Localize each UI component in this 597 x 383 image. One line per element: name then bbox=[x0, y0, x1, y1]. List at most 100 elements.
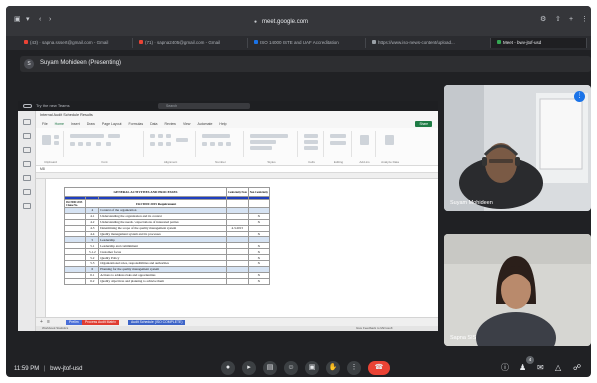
forward-icon[interactable]: › bbox=[49, 16, 51, 24]
address-bar[interactable]: meet.google.com bbox=[262, 19, 308, 25]
files-icon[interactable] bbox=[23, 189, 31, 195]
back-icon[interactable]: ‹ bbox=[39, 16, 41, 24]
participant-video-2 bbox=[444, 234, 591, 346]
audit-table: GENERAL ACTIVITIES AND PROCESSES Conform… bbox=[63, 187, 271, 285]
shared-screen[interactable]: Try the new Teams Search Internal Audit … bbox=[18, 101, 438, 331]
excel-search-input[interactable]: Search bbox=[158, 103, 250, 109]
presenting-banner: S Suyam Mohideen (Presenting) bbox=[20, 56, 591, 72]
menu-automate[interactable]: Automate bbox=[197, 120, 212, 128]
window-menu-icon[interactable]: ▣ bbox=[14, 16, 21, 24]
nonconformity-cell[interactable]: X bbox=[247, 277, 271, 285]
row-headers bbox=[36, 179, 46, 317]
tab-gmail-2[interactable]: (71) · sapna2405@gmail.com - Gmail bbox=[133, 38, 248, 48]
sheet-tab-audit-schedule[interactable]: Audit Schedule (ISO COMPLETE) bbox=[128, 320, 186, 325]
page-icon bbox=[254, 40, 258, 44]
ribbon-group-clipboard[interactable]: Clipboard bbox=[38, 131, 64, 164]
mic-icon: ● bbox=[225, 364, 231, 371]
apps-icon[interactable] bbox=[23, 203, 31, 209]
row-spacer-cell[interactable] bbox=[63, 277, 87, 285]
activities-icon[interactable]: △ bbox=[555, 364, 561, 372]
activity-icon[interactable] bbox=[23, 119, 31, 125]
ribbon-group-analyze[interactable]: Analyze Data bbox=[378, 131, 402, 164]
captions-icon: ▤ bbox=[266, 364, 274, 371]
more-options-button[interactable]: ⋮ bbox=[347, 361, 361, 375]
menu-review[interactable]: Review bbox=[164, 120, 175, 128]
calls-icon[interactable] bbox=[23, 175, 31, 181]
meeting-code: bwv-jtof-usd bbox=[50, 366, 83, 372]
status-bar: Workbook Statistics Give Feedback to Mic… bbox=[36, 326, 438, 331]
participant-tile[interactable]: Sapna SIS bbox=[444, 234, 591, 346]
reactions-button[interactable]: ☺ bbox=[284, 361, 298, 375]
host-controls-icon[interactable]: ☍ bbox=[573, 364, 581, 372]
menu-insert[interactable]: Insert bbox=[71, 120, 80, 128]
sheet-list-icon[interactable]: ≡ bbox=[47, 319, 50, 325]
spreadsheet-grid[interactable]: GENERAL ACTIVITIES AND PROCESSES Conform… bbox=[36, 173, 438, 317]
ribbon-group-number[interactable]: Number bbox=[198, 131, 244, 164]
teams-left-rail bbox=[18, 111, 36, 331]
avatar: S bbox=[24, 59, 34, 69]
teams-icon[interactable] bbox=[23, 147, 31, 153]
requirement-cell[interactable]: Quality objectives and planning to achie… bbox=[98, 277, 227, 285]
menu-view[interactable]: View bbox=[183, 120, 191, 128]
ribbon-group-cells[interactable]: Cells bbox=[300, 131, 324, 164]
menu-draw[interactable]: Draw bbox=[87, 120, 95, 128]
speaking-icon: ⋮ bbox=[574, 91, 585, 102]
end-call-icon: ☎ bbox=[374, 364, 384, 371]
tab-meet[interactable]: Meet - bwv-jtof-usd bbox=[491, 38, 587, 48]
participant-video-1 bbox=[444, 85, 591, 211]
meeting-info: 11:59 PM | bwv-jtof-usd bbox=[14, 366, 83, 372]
share-button[interactable]: Share bbox=[415, 121, 432, 127]
menu-help[interactable]: Help bbox=[219, 120, 226, 128]
ribbon-group-font[interactable]: Font bbox=[66, 131, 144, 164]
calendar-icon[interactable] bbox=[23, 161, 31, 167]
table-row[interactable]: 6.2 Quality objectives and planning to ac… bbox=[63, 277, 271, 285]
menu-formulas[interactable]: Formulas bbox=[129, 120, 144, 128]
clause-cell[interactable]: 6.2 bbox=[85, 277, 100, 285]
chat-icon[interactable] bbox=[23, 133, 31, 139]
sheet-tabs: + ≡ Prelim Process Audit Matrix Audit Sc… bbox=[36, 317, 438, 326]
menu-page-layout[interactable]: Page Layout bbox=[102, 120, 122, 128]
tab-gmail-1[interactable]: (43) · sapna.sssert@gmail.com - Gmail bbox=[18, 38, 133, 48]
name-box[interactable]: M8 bbox=[40, 167, 45, 171]
dropdown-icon[interactable]: ▾ bbox=[26, 16, 30, 24]
participant-name: Sapna SIS bbox=[450, 335, 477, 341]
participant-name: Suyam Mohideen bbox=[450, 200, 493, 206]
ribbon-group-addins[interactable]: Add-ins bbox=[354, 131, 376, 164]
meeting-details-icon[interactable]: ⓘ bbox=[501, 364, 509, 372]
formula-bar[interactable]: M8 bbox=[36, 166, 438, 173]
ribbon-group-alignment[interactable]: Alignment bbox=[146, 131, 196, 164]
sheet-tab-process-audit[interactable]: Process Audit Matrix bbox=[82, 320, 119, 325]
mic-button[interactable]: ● bbox=[221, 361, 235, 375]
settings-icon[interactable]: ⚙ bbox=[540, 16, 546, 24]
ribbon-group-styles[interactable]: Styles bbox=[246, 131, 298, 164]
tab-iso-accreditation[interactable]: ISO 14000 ISTE and UAF Accreditation bbox=[248, 38, 366, 48]
gmail-icon bbox=[24, 40, 28, 44]
tab-iso-upload[interactable]: https://www.iso-news-content/upload... bbox=[366, 38, 491, 48]
share-page-icon[interactable]: ⇧ bbox=[555, 16, 561, 24]
meet-icon bbox=[497, 40, 501, 44]
captions-button[interactable]: ▤ bbox=[263, 361, 277, 375]
people-icon[interactable]: ♟ bbox=[519, 364, 526, 372]
participant-tile[interactable]: ⋮ Suyam Mohideen bbox=[444, 85, 591, 211]
tab-list-icon[interactable]: ⋮ bbox=[581, 16, 588, 24]
lock-icon: ● bbox=[254, 19, 258, 25]
ribbon-group-editing[interactable]: Editing bbox=[326, 131, 352, 164]
presenter-name: Suyam Mohideen (Presenting) bbox=[40, 60, 122, 66]
more-icon: ⋮ bbox=[350, 364, 358, 371]
present-button[interactable]: ▣ bbox=[305, 361, 319, 375]
requirements-header: ISO 9001:2015 Requirement bbox=[85, 199, 227, 208]
menu-file[interactable]: File bbox=[42, 120, 48, 128]
conformity-cell[interactable] bbox=[225, 277, 249, 285]
add-sheet-icon[interactable]: + bbox=[40, 319, 43, 325]
leave-call-button[interactable]: ☎ bbox=[368, 361, 390, 375]
camera-button[interactable]: ▸ bbox=[242, 361, 256, 375]
page-icon bbox=[372, 40, 376, 44]
sheet-tab-prelim[interactable]: Prelim bbox=[66, 320, 82, 325]
chat-icon[interactable]: ✉ bbox=[537, 364, 544, 372]
toggle-icon[interactable] bbox=[23, 103, 32, 108]
gmail-icon bbox=[139, 40, 143, 44]
iso-clause-header: ISO 9001:2015 Clause No. bbox=[63, 199, 87, 208]
menu-data[interactable]: Data bbox=[150, 120, 157, 128]
new-tab-icon[interactable]: + bbox=[569, 16, 573, 24]
raise-hand-button[interactable]: ✋ bbox=[326, 361, 340, 375]
